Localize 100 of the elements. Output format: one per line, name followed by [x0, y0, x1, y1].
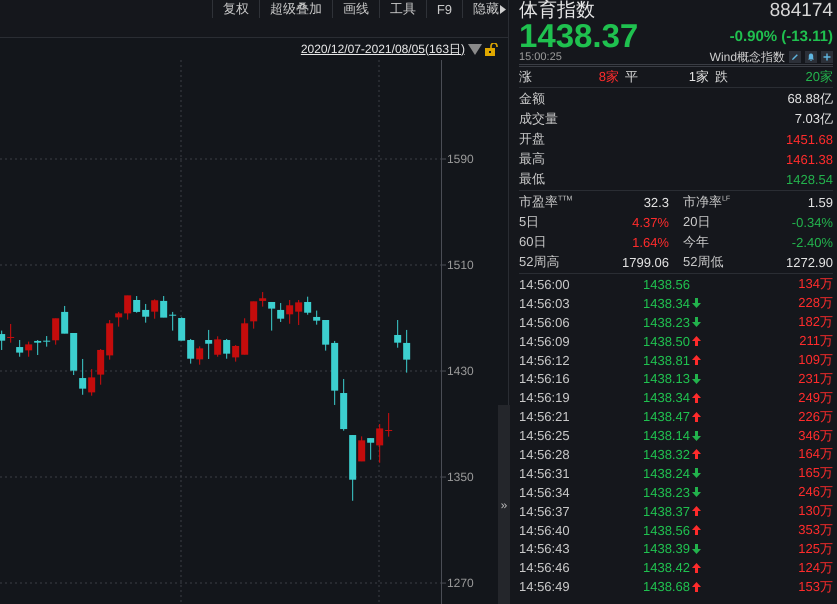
y-axis-label: 1510 [447, 258, 474, 272]
tick-time: 14:56:19 [519, 390, 571, 406]
tick-volume: 125万 [798, 540, 833, 558]
tick-time: 14:56:25 [519, 428, 571, 444]
tick-volume: 226万 [798, 408, 833, 426]
breadth-count: 8家 [598, 68, 620, 86]
tick-time: 14:56:46 [519, 560, 571, 576]
candle-wick [1, 330, 2, 350]
ratio-label: 5日 [519, 213, 540, 231]
candle-wick [226, 338, 228, 360]
tick-price: 1438.34 [643, 390, 690, 406]
dropdown-triangle-icon[interactable] [468, 44, 482, 54]
tick-volume: 353万 [798, 521, 833, 540]
breadth-count: 1家 [688, 68, 710, 86]
expand-panel-tab[interactable]: » [498, 405, 510, 604]
toolbar-button[interactable]: 超级叠加 [258, 0, 332, 18]
stat-value: 1428.54 [786, 172, 833, 186]
toolbar-button[interactable]: F9 [426, 0, 462, 18]
tick-volume: 211万 [799, 332, 833, 350]
tick-price: 1438.13 [643, 371, 690, 386]
tick-time: 14:56:28 [519, 446, 571, 462]
stat-label: 成交量 [519, 110, 558, 128]
stat-label: 最高 [519, 150, 545, 168]
toolbar-button[interactable]: 画线 [332, 0, 379, 18]
ratio-value: 4.37% [632, 214, 669, 230]
tick-volume: 246万 [798, 483, 833, 502]
tick-time: 14:56:03 [519, 296, 571, 311]
tick-time: 14:56:09 [519, 334, 571, 349]
ratio-value: 32.3 [644, 194, 669, 210]
tick-time: 14:56:00 [519, 276, 571, 292]
ratio-label: 52周高 [519, 253, 560, 271]
ratio-label: 60日 [519, 233, 546, 251]
candle-wick [172, 311, 174, 332]
index-code: 884174 [770, 0, 833, 22]
tick-price: 1438.37 [643, 504, 690, 519]
stat-value: 1451.68 [786, 132, 833, 146]
tick-price: 1438.56 [643, 522, 690, 538]
breadth-label: 涨 [519, 68, 533, 86]
tick-volume: 153万 [798, 578, 833, 596]
stat-label: 开盘 [519, 130, 545, 148]
toolbar-button[interactable]: 工具 [378, 0, 426, 18]
tick-time: 14:56:12 [519, 352, 571, 368]
tick-price: 1438.42 [643, 560, 690, 576]
plus-icon[interactable] [821, 51, 833, 63]
stat-value: 1461.38 [786, 152, 833, 166]
tick-volume: 346万 [798, 426, 833, 445]
ratio-value: 1272.90 [786, 254, 833, 270]
tick-price: 1438.56 [643, 276, 690, 292]
candle-wick [379, 424, 380, 464]
tick-time: 14:56:21 [519, 409, 571, 424]
candle-wick [262, 292, 264, 308]
candle-wick [307, 296, 308, 316]
tick-volume: 182万 [798, 313, 833, 332]
ratio-label: 市净率$^{LF}$ [683, 193, 730, 211]
candle-wick [46, 336, 48, 348]
tick-time: 14:56:06 [519, 314, 571, 330]
tick-volume: 165万 [798, 464, 833, 482]
price-change: -0.90% (-13.11) [730, 28, 833, 44]
candle-wick [280, 302, 282, 322]
candle-wick [235, 344, 236, 362]
toolbar-button[interactable]: 复权 [212, 0, 259, 18]
tick-price: 1438.23 [643, 314, 690, 330]
ratio-value: 1799.06 [622, 254, 669, 270]
stat-value: 7.03亿 [794, 110, 833, 128]
tick-time: 14:56:31 [519, 466, 571, 481]
ratio-value: -0.34% [792, 214, 833, 230]
y-axis-label: 1350 [447, 470, 474, 484]
bell-icon[interactable] [805, 51, 817, 63]
tick-price: 1438.24 [643, 466, 690, 481]
candle-wick [37, 340, 38, 356]
y-axis-label: 1270 [447, 576, 474, 590]
tick-volume: 249万 [798, 388, 833, 407]
tick-time: 14:56:16 [519, 371, 571, 386]
tick-volume: 164万 [798, 445, 833, 464]
tick-price: 1438.68 [643, 579, 690, 594]
tick-volume: 130万 [798, 502, 833, 520]
ratio-value: 1.64% [632, 234, 669, 250]
candle-wick [82, 358, 84, 396]
candle-wick [154, 298, 156, 320]
y-axis-label: 1590 [447, 152, 474, 166]
tick-time: 14:56:37 [519, 504, 571, 519]
breadth-label: 平 [625, 68, 639, 86]
tick-volume: 231万 [798, 370, 833, 388]
index-category: Wind概念指数 [710, 48, 785, 66]
ratio-label: 市盈率$^{TTM}$ [519, 193, 572, 211]
tick-price: 1438.39 [643, 541, 690, 556]
candle-wick [118, 311, 120, 328]
tick-volume: 134万 [798, 275, 833, 294]
candle-wick [316, 310, 318, 326]
candle-wick [388, 412, 390, 438]
pencil-icon[interactable] [789, 51, 801, 63]
candle-wick [298, 300, 300, 326]
ratio-value: 1.59 [808, 194, 833, 210]
triangle-right-icon [500, 4, 506, 14]
date-range-link[interactable]: 2020/12/07-2021/08/05(163日) [300, 40, 465, 58]
tick-price: 1438.47 [643, 409, 690, 424]
breadth-count: 20家 [804, 68, 833, 86]
lock-icon[interactable] [485, 42, 498, 56]
tick-time: 14:56:40 [519, 522, 571, 538]
tick-price: 1438.50 [643, 334, 690, 349]
